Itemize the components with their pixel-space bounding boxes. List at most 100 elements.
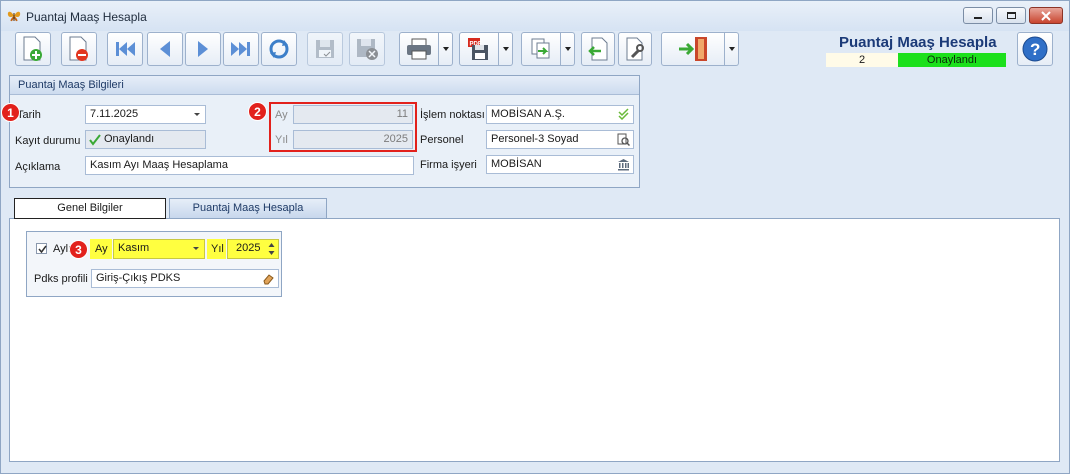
close-icon: [1041, 10, 1051, 21]
tab-puantaj-maas-hesapla[interactable]: Puantaj Maaş Hesapla: [169, 198, 327, 219]
status-badge: Onaylandı: [898, 53, 1006, 67]
genel-yil-label: Yıl: [211, 243, 224, 255]
islem-noktasi-field[interactable]: MOBİSAN A.Ş.: [486, 105, 634, 124]
copy-button[interactable]: [521, 32, 561, 66]
spin-arrows-icon[interactable]: [268, 242, 275, 256]
chevron-down-icon: [442, 47, 449, 51]
exit-dropdown-button[interactable]: [725, 32, 739, 66]
svg-text:?: ?: [1030, 40, 1040, 59]
pdks-profili-field[interactable]: Giriş-Çıkış PDKS: [91, 269, 279, 288]
last-record-icon: [231, 42, 250, 56]
islem-noktasi-value: MOBİSAN A.Ş.: [491, 108, 565, 120]
butterfly-app-icon: [7, 9, 21, 23]
chevron-down-icon: [193, 247, 199, 250]
last-record-button[interactable]: [223, 32, 259, 66]
tab-genel-bilgiler[interactable]: Genel Bilgiler: [14, 198, 166, 219]
save-and-close-button[interactable]: [349, 32, 385, 66]
print-button[interactable]: [399, 32, 439, 66]
help-icon: ?: [1022, 36, 1048, 62]
previous-record-button[interactable]: [147, 32, 183, 66]
aciklama-label: Açıklama: [15, 161, 61, 173]
maximize-button[interactable]: [996, 7, 1026, 24]
person-search-icon: [617, 133, 630, 146]
record-number: 2: [826, 53, 898, 67]
aciklama-input[interactable]: Kasım Ayı Maaş Hesaplama: [85, 156, 414, 175]
building-icon: [618, 159, 629, 171]
pdks-profili-value: Giriş-Çıkış PDKS: [96, 272, 181, 284]
personel-value: Personel-3 Soyad: [491, 133, 579, 145]
import-button[interactable]: [581, 32, 615, 66]
checkmark-icon: [89, 134, 101, 146]
tarih-value: 7.11.2025: [90, 108, 139, 120]
minimize-button[interactable]: [963, 7, 993, 24]
new-document-icon: [23, 36, 42, 61]
minimize-icon: [974, 16, 982, 19]
checkmark-icon: [38, 245, 47, 254]
next-record-button[interactable]: [185, 32, 221, 66]
islem-noktasi-label: İşlem noktası: [420, 109, 485, 121]
refresh-button[interactable]: [261, 32, 297, 66]
export-pdf-button[interactable]: PDF: [459, 32, 499, 66]
marker-1: 1: [1, 103, 20, 122]
eraser-icon: [263, 274, 274, 285]
document-wrench-icon: [626, 37, 644, 61]
double-check-icon: [618, 108, 629, 120]
exit-door-icon: [679, 37, 707, 61]
aciklama-value: Kasım Ayı Maaş Hesaplama: [90, 159, 228, 171]
close-button[interactable]: [1029, 7, 1063, 24]
help-button[interactable]: ?: [1017, 32, 1053, 66]
chevron-down-icon: [502, 47, 509, 51]
copy-dropdown-button[interactable]: [561, 32, 575, 66]
pdks-profili-label: Pdks profili: [34, 273, 88, 285]
export-dropdown-button[interactable]: [499, 32, 513, 66]
tarih-label: Tarih: [17, 109, 41, 121]
genel-ay-select[interactable]: Kasım: [113, 239, 205, 259]
genel-yil-value: 2025: [236, 242, 261, 254]
kayit-durumu-label: Kayıt durumu: [15, 135, 81, 147]
previous-arrow-icon: [160, 41, 170, 57]
window-title: Puantaj Maaş Hesapla: [26, 10, 147, 24]
period-box: Aylı Ay Kasım Yıl 2025 3 Pdks profili Gi…: [26, 231, 282, 297]
delete-document-icon: [69, 36, 88, 61]
genel-ay-label: Ay: [95, 243, 108, 255]
highlight-box: [269, 102, 417, 152]
print-dropdown-button[interactable]: [439, 32, 453, 66]
next-arrow-icon: [198, 41, 208, 57]
first-record-icon: [116, 42, 135, 56]
personel-label: Personel: [420, 134, 464, 146]
title-bar: Puantaj Maaş Hesapla: [1, 1, 1069, 31]
first-record-button[interactable]: [107, 32, 143, 66]
refresh-icon: [269, 39, 289, 59]
kayit-durumu-value: Onaylandı: [104, 133, 155, 145]
maximize-icon: [1006, 12, 1016, 19]
save-button[interactable]: [307, 32, 343, 66]
genel-yil-label-box: Yıl: [207, 239, 226, 259]
firma-isyeri-field[interactable]: MOBİSAN: [486, 155, 634, 174]
copy-documents-icon: [531, 38, 550, 59]
tools-button[interactable]: [618, 32, 652, 66]
printer-icon: [407, 38, 431, 60]
genel-ay-label-box: Ay: [90, 239, 112, 259]
marker-3: 3: [69, 240, 88, 259]
form-header-title: Puantaj Maaş Hesapla: [839, 34, 997, 51]
genel-ay-value: Kasım: [118, 242, 150, 254]
exit-button[interactable]: [661, 32, 725, 66]
tarih-date-picker[interactable]: 7.11.2025: [85, 105, 206, 124]
personel-field[interactable]: Personel-3 Soyad: [486, 130, 634, 149]
new-document-button[interactable]: [15, 32, 51, 66]
group-title: Puantaj Maaş Bilgileri: [10, 76, 639, 95]
chevron-down-icon: [194, 113, 200, 116]
firma-isyeri-value: MOBİSAN: [491, 158, 542, 170]
chevron-down-icon: [564, 47, 571, 51]
genel-bilgiler-panel: Aylı Ay Kasım Yıl 2025 3 Pdks profili Gi…: [9, 218, 1060, 462]
pdf-save-icon: PDF: [468, 38, 488, 60]
firma-isyeri-label: Firma işyeri: [420, 159, 477, 171]
kayit-durumu-field: Onaylandı: [85, 130, 206, 149]
chevron-down-icon: [728, 47, 735, 51]
save-disk-icon: [316, 40, 334, 58]
marker-2: 2: [248, 102, 267, 121]
main-window: Puantaj Maaş Hesapla PDF Puantaj Maaş He…: [0, 0, 1070, 474]
delete-document-button[interactable]: [61, 32, 97, 66]
aylik-checkbox[interactable]: [36, 243, 47, 254]
genel-yil-stepper[interactable]: 2025: [227, 239, 279, 259]
